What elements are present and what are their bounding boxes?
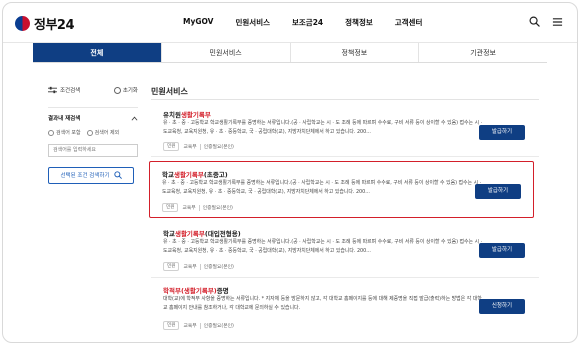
- result-title-pre: 유치원: [163, 111, 181, 119]
- result-title-highlight: 생활기록부: [173, 171, 204, 179]
- result-tags: 민원 교육부 인증필요(본인): [163, 142, 237, 151]
- logo-text: 정부24: [34, 18, 75, 33]
- result-card: 학적부(생활기록부)증명 대학(교)에 학적부 사항을 증명하는 서류입니다. …: [151, 280, 539, 340]
- result-desc-highlight: 생활기록부: [218, 180, 241, 186]
- issue-button[interactable]: 발급하기: [479, 125, 525, 140]
- result-title-pre: 학교: [162, 171, 174, 179]
- selected-condition-search-button[interactable]: 선택된 조건 검색하기: [48, 166, 134, 184]
- result-title[interactable]: 학적부(생활기록부)증명: [163, 285, 229, 295]
- issue-button[interactable]: 발급하기: [475, 184, 521, 199]
- logo[interactable]: 정부24: [15, 14, 75, 33]
- tag-separator: [199, 143, 201, 150]
- radio-exclude-label: 검색어 제외: [94, 130, 120, 136]
- result-desc-pre: 유 · 초 · 중 · 고등학교 학교: [162, 180, 219, 186]
- reset-button[interactable]: 초기화: [113, 86, 138, 94]
- tab-civil-services[interactable]: 민원서비스: [162, 43, 291, 62]
- tag-auth: 인증필요(본인): [203, 145, 234, 150]
- radio-include-dot[interactable]: [48, 129, 54, 136]
- result-card: 학교생활기록부(대입전형용) 유 · 초 · 중 · 고등학교 학교생활기록부를…: [151, 221, 539, 278]
- tag-category: 민원: [163, 142, 180, 151]
- header-actions: [517, 16, 563, 27]
- reset-icon: [113, 86, 121, 94]
- taegeuk-emblem-icon: [15, 16, 30, 31]
- nav-customer-center[interactable]: 고객센터: [395, 17, 423, 28]
- radio-include[interactable]: 검색어 포함: [48, 129, 81, 136]
- result-title[interactable]: 유치원생활기록부: [163, 109, 211, 119]
- result-title-highlight: 학적부(생활기록부): [163, 287, 217, 295]
- section-title: 민원서비스: [151, 87, 188, 96]
- nav-mygov[interactable]: MyGOV: [183, 17, 214, 28]
- result-title-pre: 학교: [163, 230, 175, 238]
- result-description: 유 · 초 · 중 · 고등학교 학교생활기록부를 증명하는 서류입니다.(공 …: [162, 179, 484, 196]
- nav-civil-services[interactable]: 민원서비스: [236, 17, 271, 28]
- refine-search-input[interactable]: [48, 143, 138, 157]
- filter-panel: 조건검색 초기화 결과내 재검색 검색어 포함 검색어 제외 검색어를 입력하세…: [48, 83, 138, 184]
- tag-separator: [199, 263, 201, 270]
- tab-agency-info[interactable]: 기관정보: [419, 43, 547, 62]
- apply-button[interactable]: 신청하기: [479, 299, 525, 314]
- global-nav: MyGOV 민원서비스 보조금24 정책정보 고객센터: [183, 17, 444, 28]
- refine-options: 검색어 포함 검색어 제외: [48, 129, 138, 136]
- radio-include-label: 검색어 포함: [56, 130, 81, 136]
- result-card: 유치원생활기록부 유 · 초 · 중 · 고등학교 학교생활기록부를 증명하는 …: [151, 100, 539, 157]
- result-desc-pre: 유 · 초 · 중 · 고등학교 학교: [163, 239, 220, 245]
- tag-agency: 교육부: [183, 265, 197, 270]
- result-description: 유 · 초 · 중 · 고등학교 학교생활기록부를 증명하는 서류입니다.(공 …: [163, 119, 485, 136]
- refine-section-title: 결과내 재검색: [48, 116, 81, 122]
- header: 정부24 MyGOV 민원서비스 보조금24 정책정보 고객센터: [3, 3, 577, 43]
- result-card-highlighted: 학교생활기록부(초중고) 유 · 초 · 중 · 고등학교 학교생활기록부를 증…: [149, 161, 534, 218]
- condition-search-text: 조건검색: [60, 88, 81, 94]
- tag-category: 민원: [163, 321, 180, 330]
- result-desc-highlight: 생활기록부: [219, 239, 242, 245]
- result-description: 대학(교)에 학적부 사항을 증명하는 서류입니다. * 지자체 등을 방문하지…: [163, 295, 485, 312]
- result-description: 유 · 초 · 중 · 고등학교 학교생활기록부를 증명하는 서류입니다.(공 …: [163, 238, 485, 255]
- result-title-highlight: 생활기록부: [174, 230, 205, 238]
- result-title-post: (초중고): [203, 171, 228, 179]
- result-title-post: 증명: [216, 287, 229, 295]
- tag-auth: 인증필요(본인): [203, 324, 234, 329]
- search-icon[interactable]: [529, 16, 540, 27]
- tag-category: 민원: [162, 203, 179, 212]
- menu-icon[interactable]: [552, 17, 563, 27]
- result-title[interactable]: 학교생활기록부(대입전형용): [163, 228, 241, 238]
- issue-button[interactable]: 발급하기: [479, 243, 525, 258]
- result-title-post: (대입전형용): [204, 230, 241, 238]
- tag-category: 민원: [163, 262, 180, 271]
- result-title[interactable]: 학교생활기록부(초중고): [162, 169, 228, 179]
- search-tabs: 전체 민원서비스 정책정보 기관정보: [33, 43, 547, 63]
- result-desc-highlight: 생활기록부: [219, 120, 242, 126]
- selected-condition-search-label: 선택된 조건 검색하기: [60, 173, 110, 179]
- result-tags: 민원 교육부 인증필요(본인): [163, 321, 237, 330]
- radio-exclude-dot[interactable]: [86, 129, 93, 136]
- tab-all[interactable]: 전체: [33, 43, 162, 62]
- tag-auth: 인증필요(본인): [203, 265, 234, 270]
- result-desc-post: 대학(교)에 학적부 사항을 증명하는 서류입니다. * 지자체 등을 방문하지…: [163, 296, 482, 311]
- filter-header: 조건검색 초기화: [48, 83, 138, 97]
- nav-subsidy24[interactable]: 보조금24: [292, 17, 323, 28]
- tab-policy-info[interactable]: 정책정보: [291, 43, 420, 62]
- refine-section-header[interactable]: 결과내 재검색: [48, 107, 138, 122]
- tag-agency: 교육부: [182, 206, 196, 211]
- tag-agency: 교육부: [183, 324, 197, 329]
- sliders-icon: [48, 86, 57, 94]
- result-desc-pre: 유 · 초 · 중 · 고등학교 학교: [163, 120, 220, 126]
- radio-exclude[interactable]: 검색어 제외: [86, 129, 120, 136]
- tag-auth: 인증필요(본인): [202, 206, 233, 211]
- result-tags: 민원 교육부 인증필요(본인): [163, 262, 237, 271]
- page-frame: 정부24 MyGOV 민원서비스 보조금24 정책정보 고객센터 전체 민원서비…: [2, 2, 578, 343]
- chevron-up-icon[interactable]: [131, 116, 138, 121]
- result-tags: 민원 교육부 인증필요(본인): [162, 203, 236, 212]
- nav-policy-info[interactable]: 정책정보: [345, 17, 373, 28]
- tag-separator: [198, 204, 200, 211]
- result-title-highlight: 생활기록부: [180, 111, 211, 119]
- tag-separator: [199, 322, 201, 329]
- search-icon: [113, 171, 122, 179]
- tag-agency: 교육부: [183, 145, 197, 150]
- reset-label: 초기화: [122, 88, 138, 94]
- condition-search-label: 조건검색: [48, 86, 80, 94]
